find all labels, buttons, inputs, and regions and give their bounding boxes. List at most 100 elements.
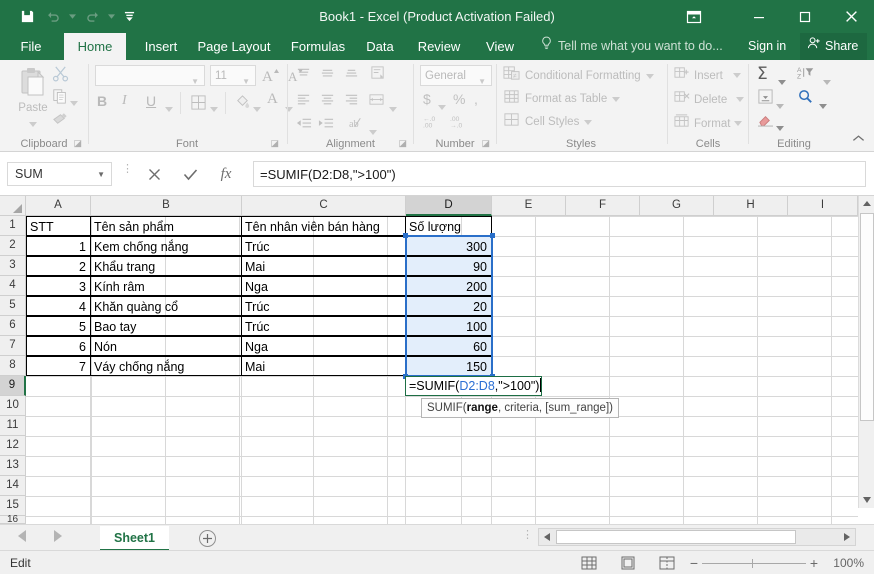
row-header-7[interactable]: 7 <box>0 336 26 356</box>
zoom-out-button[interactable]: − <box>686 555 702 571</box>
minimize-button[interactable] <box>736 0 782 33</box>
select-all-button[interactable] <box>0 196 26 216</box>
zoom-level-label[interactable]: 100% <box>833 551 864 574</box>
increase-indent-icon[interactable] <box>318 117 334 135</box>
fill-color-icon[interactable] <box>234 93 251 116</box>
zoom-in-button[interactable]: + <box>806 555 822 571</box>
cell-b4[interactable]: Kính râm <box>90 276 242 296</box>
formula-bar-grip[interactable]: ⋮ <box>122 166 133 173</box>
column-header-g[interactable]: G <box>640 196 714 216</box>
sort-filter-icon[interactable]: AZ <box>797 65 819 86</box>
scroll-down-icon[interactable] <box>859 492 874 508</box>
cell-d7[interactable]: 60 <box>405 336 492 356</box>
orientation-icon[interactable] <box>370 65 386 86</box>
number-format-select[interactable]: General ▼ <box>420 65 492 86</box>
cell-a4[interactable]: 3 <box>26 276 91 296</box>
chevron-right-icon[interactable] <box>53 529 62 547</box>
fill-color-dropdown-icon[interactable] <box>253 99 261 117</box>
delete-cells-button[interactable]: Delete <box>674 89 744 110</box>
column-header-h[interactable]: H <box>714 196 788 216</box>
increase-decimal-icon[interactable]: ←.0.00 <box>423 114 444 135</box>
merge-dropdown-icon[interactable] <box>389 99 397 117</box>
cell-c2[interactable]: Trúc <box>241 236 406 256</box>
autosum-dropdown-icon[interactable] <box>778 72 786 90</box>
column-header-c[interactable]: C <box>242 196 406 216</box>
align-bottom-icon[interactable] <box>344 67 359 86</box>
align-left-icon[interactable] <box>296 93 311 112</box>
font-size-dropdown-icon[interactable]: ▼ <box>242 72 250 92</box>
fill-down-icon[interactable] <box>757 88 774 110</box>
cell-b6[interactable]: Bao tay <box>90 316 242 336</box>
cell-a1[interactable]: STT <box>26 216 91 236</box>
formula-input[interactable]: =SUMIF(D2:D8,">100") <box>253 161 866 187</box>
scroll-left-icon[interactable] <box>539 529 555 545</box>
maximize-button[interactable] <box>782 0 828 33</box>
clipboard-dialog-launcher[interactable]: ◪ <box>73 138 82 149</box>
sort-filter-dropdown-icon[interactable] <box>823 72 831 90</box>
cell-a5[interactable]: 4 <box>26 296 91 316</box>
column-header-a[interactable]: A <box>26 196 91 216</box>
cell-a2[interactable]: 1 <box>26 236 91 256</box>
row-header-16[interactable]: 16 <box>0 516 26 524</box>
font-color-icon[interactable]: A <box>267 91 278 108</box>
normal-view-icon[interactable] <box>578 554 600 572</box>
tab-data[interactable]: Data <box>358 33 402 60</box>
cell-d1[interactable]: Số lượng <box>405 216 492 236</box>
cell-b2[interactable]: Kem chống nắng <box>90 236 242 256</box>
tab-formulas[interactable]: Formulas <box>282 33 354 60</box>
font-name-input[interactable]: ▼ <box>95 65 205 86</box>
fill-dropdown-icon[interactable] <box>776 96 784 114</box>
increase-font-size-icon[interactable]: A <box>261 65 279 90</box>
clear-dropdown-icon[interactable] <box>776 118 784 136</box>
row-header-10[interactable]: 10 <box>0 396 26 416</box>
align-center-icon[interactable] <box>320 93 335 112</box>
font-dialog-launcher[interactable]: ◪ <box>270 138 279 149</box>
magnifier-icon[interactable] <box>797 88 814 110</box>
share-button[interactable]: Share <box>800 33 867 60</box>
cell-d4[interactable]: 200 <box>405 276 492 296</box>
number-dialog-launcher[interactable]: ◪ <box>481 138 490 149</box>
cell-a3[interactable]: 2 <box>26 256 91 276</box>
cell-d2[interactable]: 300 <box>405 236 492 256</box>
row-header-13[interactable]: 13 <box>0 456 26 476</box>
cancel-x-icon[interactable] <box>140 162 168 186</box>
cell-a7[interactable]: 6 <box>26 336 91 356</box>
decrease-decimal-icon[interactable]: .00→.0 <box>450 114 471 135</box>
conditional-formatting-button[interactable]: ≠ Conditional Formatting <box>503 65 654 87</box>
format-painter-icon[interactable] <box>52 110 69 132</box>
column-header-i[interactable]: I <box>788 196 858 216</box>
insert-cells-button[interactable]: Insert <box>674 65 741 86</box>
row-header-12[interactable]: 12 <box>0 436 26 456</box>
cell-b5[interactable]: Khăn quàng cổ <box>90 296 242 316</box>
borders-icon[interactable] <box>190 94 207 116</box>
tab-splitter-grip[interactable]: ⋮ <box>522 532 533 538</box>
cell-c6[interactable]: Trúc <box>241 316 406 336</box>
comma-format-icon[interactable]: , <box>474 91 478 107</box>
find-dropdown-icon[interactable] <box>819 96 827 114</box>
scroll-up-icon[interactable] <box>859 196 874 212</box>
format-cells-button[interactable]: Format <box>674 113 742 134</box>
column-header-e[interactable]: E <box>492 196 566 216</box>
cell-c8[interactable]: Mai <box>241 356 406 376</box>
cell-d5[interactable]: 20 <box>405 296 492 316</box>
tab-review[interactable]: Review <box>410 33 468 60</box>
sheet-tab-sheet1[interactable]: Sheet1 <box>100 526 169 551</box>
format-as-table-button[interactable]: Format as Table <box>503 88 620 110</box>
row-header-14[interactable]: 14 <box>0 476 26 496</box>
chevron-left-icon[interactable] <box>18 529 27 547</box>
cell-c7[interactable]: Nga <box>241 336 406 356</box>
font-size-input[interactable]: 11 ▼ <box>210 65 256 86</box>
cell-c3[interactable]: Mai <box>241 256 406 276</box>
eraser-icon[interactable] <box>757 112 774 132</box>
page-layout-view-icon[interactable] <box>617 554 639 572</box>
selection-handle-tl[interactable] <box>403 233 408 238</box>
row-header-5[interactable]: 5 <box>0 296 26 316</box>
percent-format-icon[interactable]: % <box>453 91 465 107</box>
zoom-track[interactable] <box>702 563 806 564</box>
align-right-icon[interactable] <box>344 93 359 112</box>
bold-button[interactable]: B <box>97 93 107 109</box>
row-header-6[interactable]: 6 <box>0 316 26 336</box>
horizontal-scrollbar[interactable] <box>538 528 856 546</box>
cell-b7[interactable]: Nón <box>90 336 242 356</box>
cell-d6[interactable]: 100 <box>405 316 492 336</box>
